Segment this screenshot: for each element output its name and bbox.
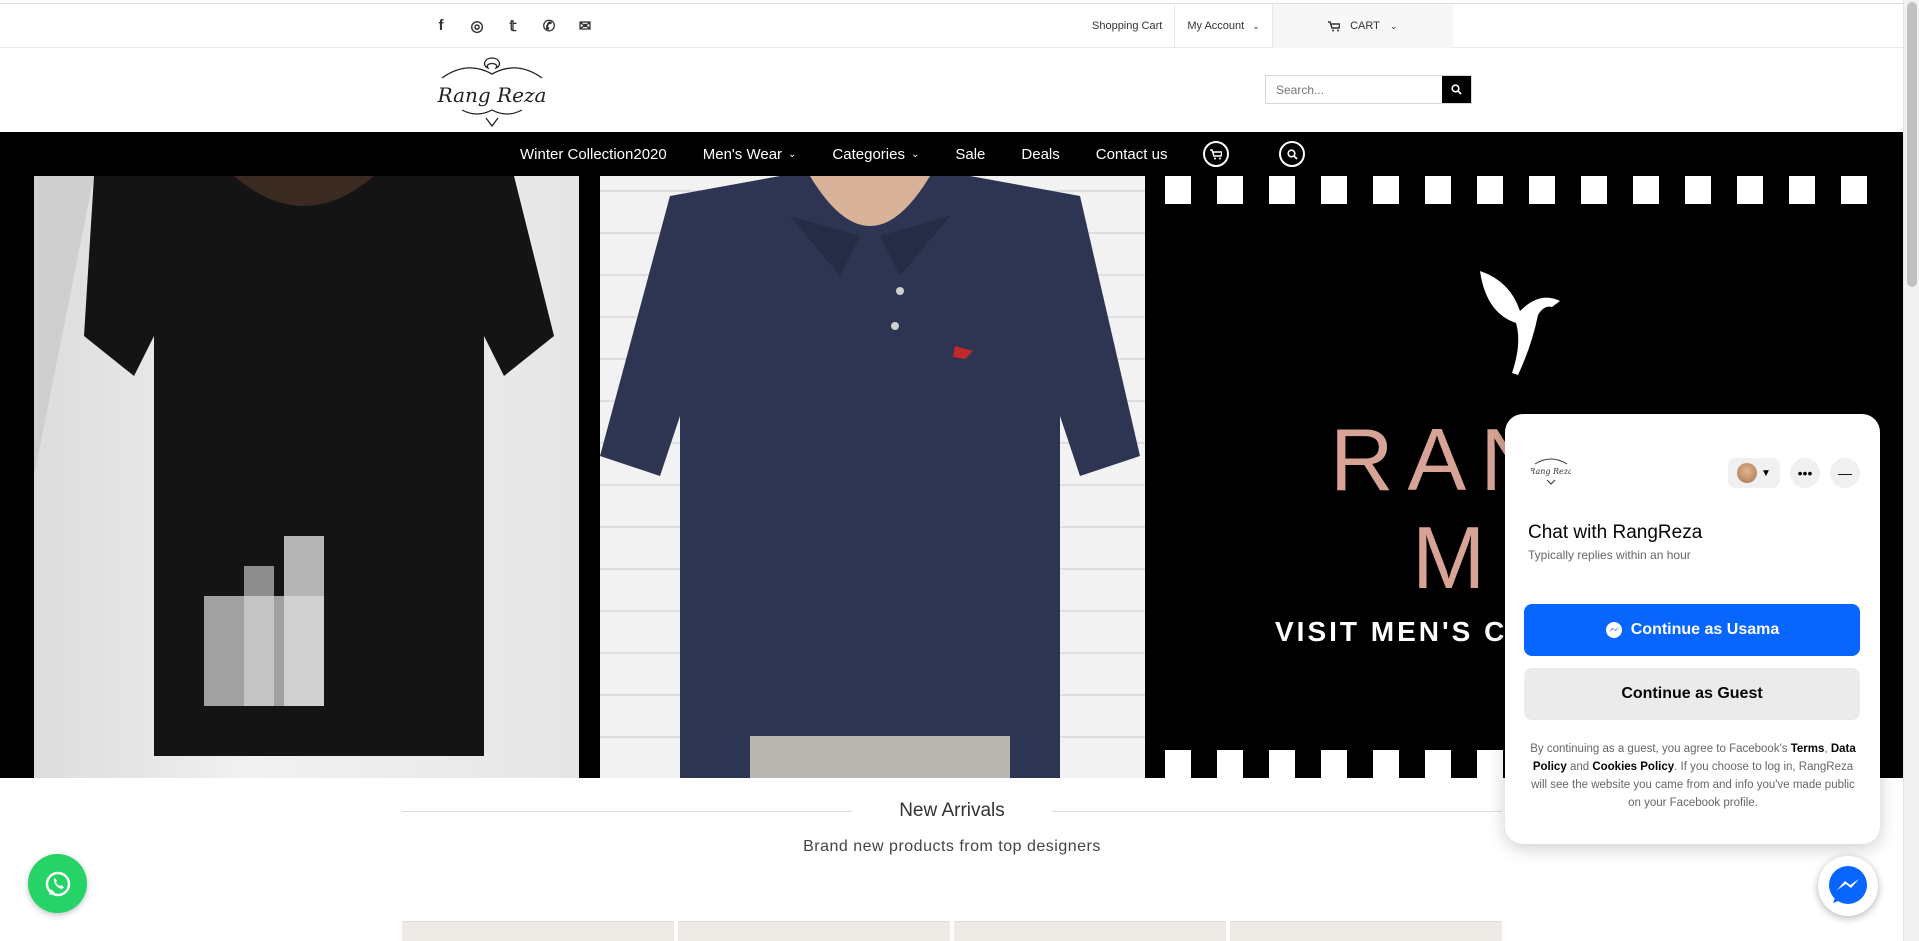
messenger-icon xyxy=(1605,622,1622,638)
cart-label: CART xyxy=(1350,20,1380,32)
film-strip-top xyxy=(1165,176,1885,204)
search-icon xyxy=(1287,148,1298,160)
twitter-icon[interactable]: 𝕥 xyxy=(504,17,522,35)
chevron-down-icon: ⌄ xyxy=(910,148,920,160)
scrollbar-thumb[interactable] xyxy=(1907,2,1917,287)
legal-and: and xyxy=(1569,761,1590,773)
chat-brand-logo: Rang Reza xyxy=(1528,454,1573,486)
more-icon: ••• xyxy=(1797,465,1813,481)
cart-menu[interactable]: CART ⌄ xyxy=(1272,4,1453,48)
logo-graphic: Rang Reza xyxy=(437,57,547,128)
cookies-policy-link[interactable]: Cookies Policy xyxy=(1592,761,1674,773)
avatar xyxy=(1737,463,1758,483)
nav-item-deals[interactable]: Deals xyxy=(1021,146,1059,163)
top-bar: f ◎ 𝕥 ✆ ✉ Shopping Cart My Account ⌄ CAR… xyxy=(0,4,1903,48)
top-nav: Shopping Cart My Account ⌄ CART ⌄ xyxy=(1080,4,1453,48)
mail-icon[interactable]: ✉ xyxy=(576,17,594,35)
nav-item-mens-wear[interactable]: Men's Wear ⌄ xyxy=(703,146,797,163)
nav-item-sale[interactable]: Sale xyxy=(955,146,985,163)
svg-text:Rang Reza: Rang Reza xyxy=(1531,467,1571,476)
main-nav: Winter Collection2020 Men's Wear ⌄ Categ… xyxy=(0,132,1903,176)
my-account-menu[interactable]: My Account ⌄ xyxy=(1175,4,1273,48)
minimize-icon: — xyxy=(1838,465,1852,481)
cart-icon xyxy=(1328,20,1341,31)
section-subtitle: Brand new products from top designers xyxy=(803,838,1101,855)
site-header: Rang Reza xyxy=(0,48,1903,132)
minimize-chat-button[interactable]: — xyxy=(1830,458,1860,488)
legal-text-1: By continuing as a guest, you agree to F… xyxy=(1530,743,1788,755)
more-options-button[interactable]: ••• xyxy=(1790,458,1820,488)
nav-label: Categories xyxy=(832,145,905,163)
search-input[interactable] xyxy=(1266,76,1442,103)
legal-comma: , xyxy=(1824,743,1828,755)
section-title: New Arrivals xyxy=(899,800,1005,821)
terms-link[interactable]: Terms xyxy=(1791,743,1825,755)
product-card[interactable] xyxy=(678,921,950,941)
search-icon xyxy=(1451,84,1462,95)
page: f ◎ 𝕥 ✆ ✉ Shopping Cart My Account ⌄ CAR… xyxy=(0,0,1903,941)
chat-legal-text: By continuing as a guest, you agree to F… xyxy=(1527,740,1859,812)
whatsapp-icon[interactable]: ✆ xyxy=(540,17,558,35)
new-arrivals-heading: New Arrivals xyxy=(402,800,1502,824)
scrollbar[interactable] xyxy=(1903,0,1919,941)
chevron-down-icon: ⌄ xyxy=(788,148,797,160)
chevron-down-icon: ⌄ xyxy=(1252,20,1260,31)
whatsapp-chat-button[interactable] xyxy=(28,854,87,913)
search-box xyxy=(1265,75,1472,104)
instagram-icon[interactable]: ◎ xyxy=(468,17,486,35)
product-grid xyxy=(402,921,1502,941)
hero-image-black-tshirt xyxy=(34,176,579,778)
cart-icon xyxy=(1210,148,1223,159)
messenger-chat-panel: Rang Reza ▼ ••• — Chat with RangReza Typ… xyxy=(1505,414,1880,844)
hero-image-navy-polo xyxy=(600,176,1145,778)
product-card[interactable] xyxy=(1230,921,1502,941)
nav-search-button[interactable] xyxy=(1279,141,1306,167)
caret-down-icon: ▼ xyxy=(1761,467,1771,479)
site-logo[interactable]: Rang Reza xyxy=(432,52,552,130)
chat-title: Chat with RangReza xyxy=(1528,522,1703,543)
svg-text:Rang Reza: Rang Reza xyxy=(437,83,547,107)
nav-item-categories[interactable]: Categories ⌄ xyxy=(832,146,919,163)
product-card[interactable] xyxy=(402,921,674,941)
nav-cart-button[interactable] xyxy=(1203,141,1230,167)
social-links: f ◎ 𝕥 ✆ ✉ xyxy=(432,17,594,35)
chat-reply-time: Typically replies within an hour xyxy=(1528,548,1691,562)
continue-as-user-button[interactable]: Continue as Usama xyxy=(1524,604,1860,656)
messenger-bubble-button[interactable] xyxy=(1818,856,1878,916)
product-card[interactable] xyxy=(954,921,1226,941)
my-account-label: My Account xyxy=(1187,20,1245,32)
main-menu: Winter Collection2020 Men's Wear ⌄ Categ… xyxy=(520,132,1341,176)
nav-item-winter-collection[interactable]: Winter Collection2020 xyxy=(520,146,667,163)
continue-user-label: Continue as Usama xyxy=(1630,621,1780,638)
nav-item-contact[interactable]: Contact us xyxy=(1096,146,1168,163)
facebook-icon[interactable]: f xyxy=(432,17,450,35)
shopping-cart-link[interactable]: Shopping Cart xyxy=(1080,4,1176,48)
messenger-icon xyxy=(1829,866,1867,904)
account-switcher[interactable]: ▼ xyxy=(1728,458,1780,488)
continue-as-guest-button[interactable]: Continue as Guest xyxy=(1524,668,1860,720)
search-button[interactable] xyxy=(1442,76,1471,103)
nav-label: Men's Wear xyxy=(702,145,783,163)
hero-visit-text: VISIT MEN'S CO xyxy=(1275,616,1533,647)
chat-controls: ▼ ••• — xyxy=(1728,458,1860,488)
chevron-down-icon: ⌄ xyxy=(1389,20,1398,31)
whatsapp-icon xyxy=(45,871,70,896)
bird-logo-icon xyxy=(1480,271,1560,375)
